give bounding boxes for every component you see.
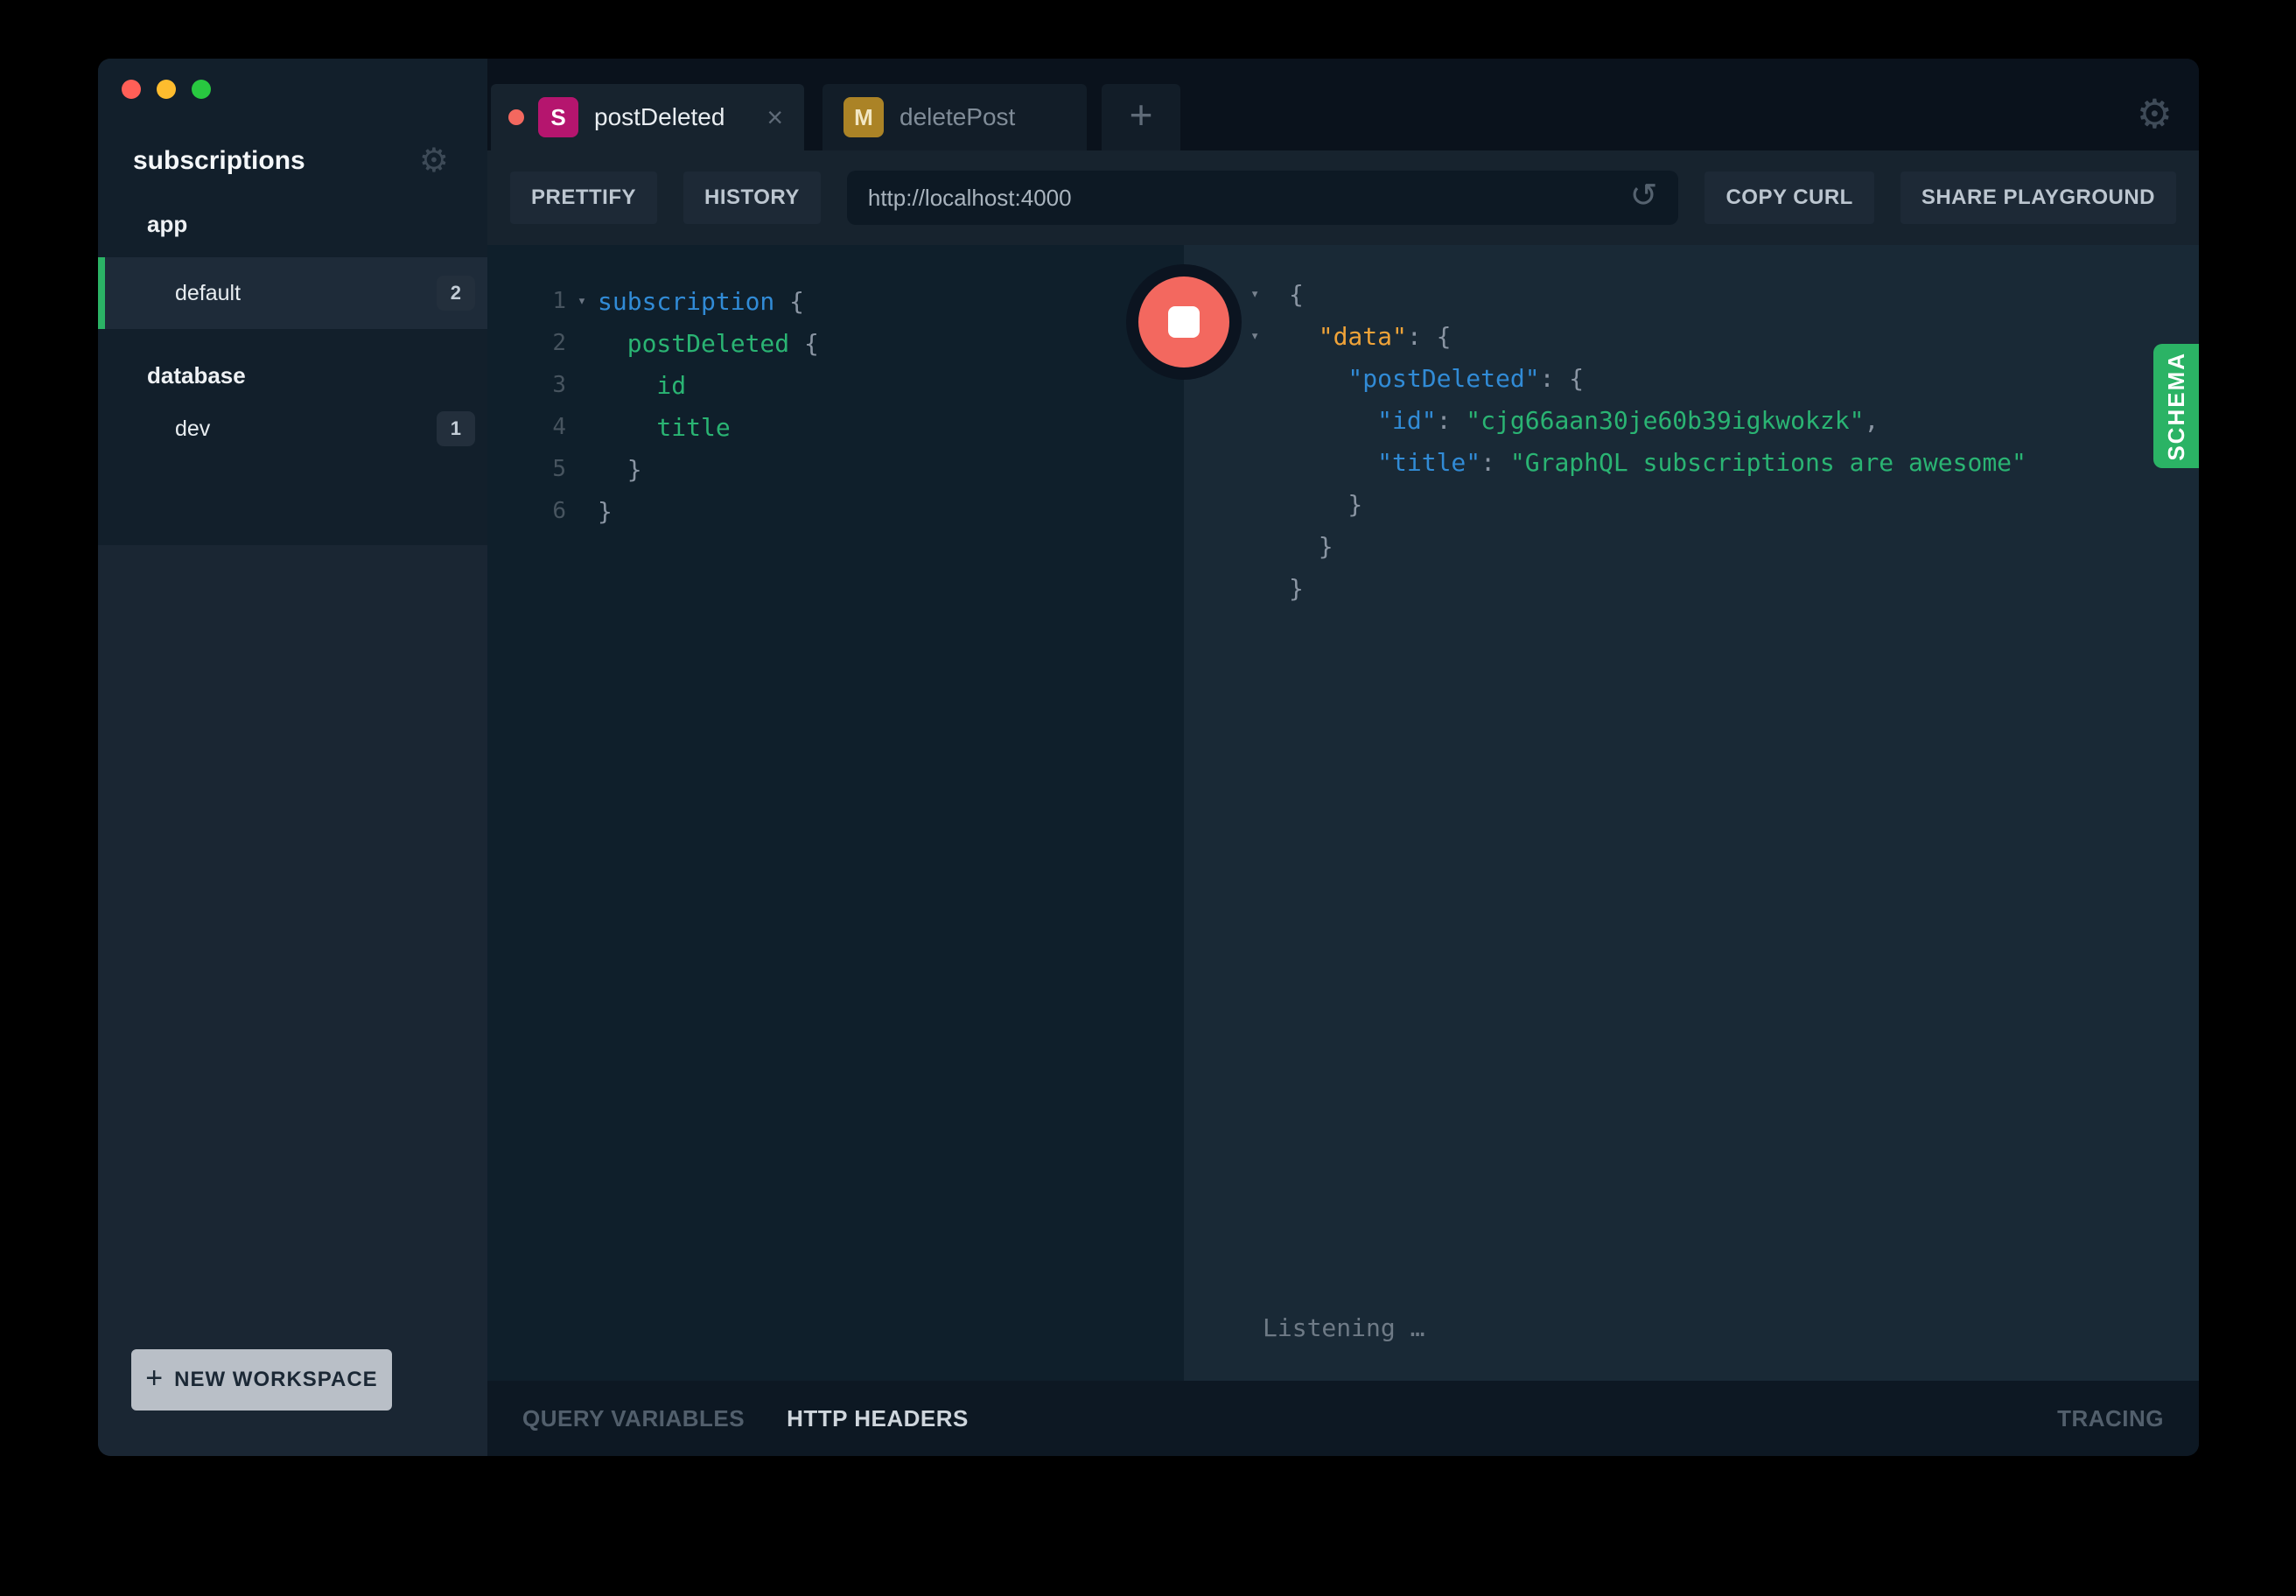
- plus-icon: +: [1130, 91, 1153, 138]
- traffic-zoom-icon[interactable]: [192, 80, 211, 99]
- endpoint-url-value: http://localhost:4000: [868, 185, 1630, 212]
- response-code-line: ▾{: [1250, 273, 2199, 315]
- main-area: S postDeleted × M deletePost + ⚙ PRETTIF…: [487, 59, 2199, 1456]
- sidebar-title: subscriptions: [133, 146, 305, 176]
- tab-bar: S postDeleted × M deletePost + ⚙: [487, 59, 2199, 150]
- fold-arrow-icon[interactable]: ▾: [1250, 285, 1289, 303]
- code-token: title: [598, 413, 731, 442]
- response-pane: ▾{▾ "data": { "postDeleted": { "id": "cj…: [1184, 245, 2199, 1381]
- traffic-close-icon[interactable]: [122, 80, 141, 99]
- code-token: "title": [1289, 448, 1480, 477]
- line-number: 4: [487, 414, 566, 440]
- copy-curl-button[interactable]: COPY CURL: [1704, 172, 1873, 224]
- sidebar-settings-gear-icon[interactable]: ⚙: [419, 144, 449, 178]
- code-token: ,: [1864, 406, 1879, 435]
- editor-panes: 1▾subscription {2 postDeleted {3 id4 tit…: [487, 245, 2199, 1381]
- fold-arrow-icon[interactable]: ▾: [566, 292, 598, 310]
- code-token: : {: [1407, 322, 1452, 351]
- code-token: {: [1289, 280, 1304, 309]
- response-code-line: }: [1250, 483, 2199, 525]
- schema-tab-button[interactable]: SCHEMA: [2153, 344, 2199, 468]
- response-code-line: }: [1250, 525, 2199, 567]
- tracing-tab[interactable]: TRACING: [2057, 1405, 2164, 1432]
- tab-label: deletePost: [900, 103, 1066, 131]
- tab-deletepost[interactable]: M deletePost: [822, 84, 1087, 150]
- new-tab-button[interactable]: +: [1102, 84, 1180, 150]
- session-count-badge: 1: [437, 411, 475, 446]
- close-tab-icon[interactable]: ×: [766, 102, 783, 134]
- mutation-type-icon: M: [844, 97, 884, 137]
- query-code-line: 3 id: [487, 364, 1184, 406]
- sidebar-footer-area: + NEW WORKSPACE: [98, 545, 487, 1456]
- sidebar: subscriptions ⚙ app default 2 database d…: [98, 59, 487, 1456]
- stop-square-icon: [1168, 306, 1200, 338]
- sidebar-item-default[interactable]: default 2: [98, 257, 487, 329]
- share-playground-button[interactable]: SHARE PLAYGROUND: [1900, 172, 2176, 224]
- code-token: :: [1480, 448, 1510, 477]
- http-headers-tab[interactable]: HTTP HEADERS: [787, 1405, 969, 1432]
- code-token: "data": [1289, 322, 1407, 351]
- listening-status: Listening …: [1263, 1313, 1424, 1342]
- response-code-line: ▾ "data": {: [1250, 315, 2199, 357]
- code-token: }: [1289, 532, 1334, 561]
- tab-label: postDeleted: [594, 103, 766, 131]
- code-token: "postDeleted": [1289, 364, 1540, 393]
- sidebar-workspaces: subscriptions ⚙ app default 2 database d…: [98, 59, 487, 545]
- code-token: postDeleted: [598, 329, 789, 358]
- query-editor[interactable]: 1▾subscription {2 postDeleted {3 id4 tit…: [487, 245, 1184, 1381]
- code-token: :: [1437, 406, 1466, 435]
- session-count-badge: 2: [437, 276, 475, 311]
- query-code-line: 1▾subscription {: [487, 280, 1184, 322]
- prettify-button[interactable]: PRETTIFY: [510, 172, 657, 224]
- workspace-section-app: app: [98, 211, 487, 238]
- sidebar-item-dev[interactable]: dev 1: [98, 396, 487, 461]
- new-workspace-button[interactable]: + NEW WORKSPACE: [131, 1349, 392, 1410]
- response-code-line: }: [1250, 567, 2199, 609]
- bottom-bar: QUERY VARIABLES HTTP HEADERS TRACING: [487, 1381, 2199, 1456]
- traffic-minimize-icon[interactable]: [157, 80, 176, 99]
- line-number: 6: [487, 498, 566, 524]
- query-code-line: 6}: [487, 490, 1184, 532]
- active-session-dot-icon: [508, 109, 524, 125]
- workspace-section-database: database: [98, 362, 487, 389]
- line-number: 3: [487, 372, 566, 398]
- history-button[interactable]: HISTORY: [683, 172, 821, 224]
- schema-tab-label: SCHEMA: [2163, 352, 2190, 461]
- plus-icon: +: [145, 1362, 164, 1396]
- response-code-line: "postDeleted": {: [1250, 357, 2199, 399]
- toolbar: PRETTIFY HISTORY http://localhost:4000 ↺…: [487, 150, 2199, 245]
- code-token: }: [598, 497, 612, 526]
- fold-arrow-icon[interactable]: ▾: [1250, 327, 1289, 345]
- response-code-line: "title": "GraphQL subscriptions are awes…: [1250, 441, 2199, 483]
- query-variables-tab[interactable]: QUERY VARIABLES: [522, 1405, 745, 1432]
- code-token: {: [774, 287, 804, 316]
- reload-icon[interactable]: ↺: [1630, 179, 1658, 213]
- code-token: id: [598, 371, 686, 400]
- line-number: 2: [487, 330, 566, 356]
- query-code-line: 5 }: [487, 448, 1184, 490]
- code-token: }: [1289, 574, 1304, 603]
- query-code-line: 2 postDeleted {: [487, 322, 1184, 364]
- code-token: }: [1289, 490, 1362, 519]
- code-token: "id": [1289, 406, 1437, 435]
- code-token: "cjg66aan30je60b39igkwokzk": [1466, 406, 1864, 435]
- code-token: : {: [1540, 364, 1585, 393]
- query-code-line: 4 title: [487, 406, 1184, 448]
- code-token: subscription: [598, 287, 774, 316]
- tab-postdeleted[interactable]: S postDeleted ×: [491, 84, 804, 150]
- line-number: 1: [487, 288, 566, 314]
- response-code-line: "id": "cjg66aan30je60b39igkwokzk",: [1250, 399, 2199, 441]
- window-controls: [98, 59, 487, 99]
- stop-button-circle: [1138, 276, 1229, 368]
- code-token: }: [598, 455, 642, 484]
- endpoint-url-input[interactable]: http://localhost:4000 ↺: [847, 171, 1679, 225]
- code-token: "GraphQL subscriptions are awesome": [1510, 448, 2026, 477]
- playground-window: subscriptions ⚙ app default 2 database d…: [98, 59, 2199, 1456]
- stop-subscription-button[interactable]: [1126, 264, 1242, 380]
- code-token: {: [789, 329, 819, 358]
- new-workspace-label: NEW WORKSPACE: [174, 1368, 378, 1392]
- playground-settings-gear-icon[interactable]: ⚙: [2137, 94, 2173, 134]
- subscription-type-icon: S: [538, 97, 578, 137]
- line-number: 5: [487, 456, 566, 482]
